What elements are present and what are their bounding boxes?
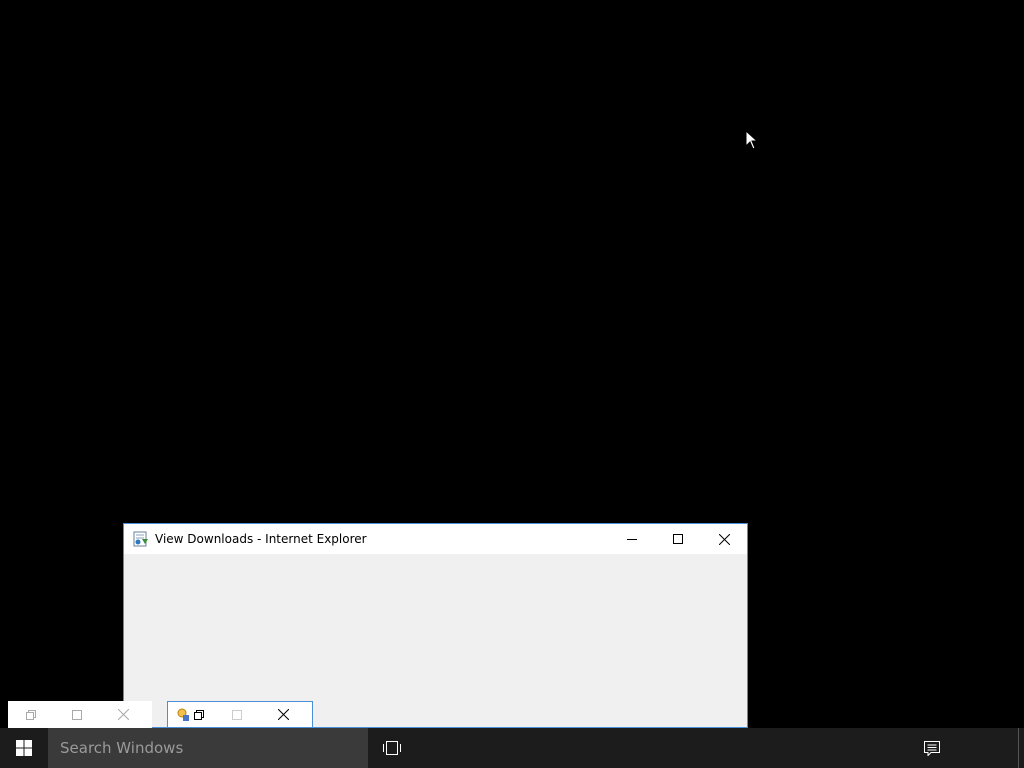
close-button[interactable] [100,701,146,728]
window-titlebar[interactable]: View Downloads - Internet Explorer [124,524,747,554]
maximize-button[interactable] [214,701,260,728]
close-button[interactable] [701,524,747,554]
restore-icon[interactable] [194,709,204,720]
app-icon [177,708,189,721]
window-title: View Downloads - Internet Explorer [155,532,367,546]
close-icon [718,533,730,545]
maximize-button[interactable] [655,524,701,554]
restore-icon [26,709,36,720]
search-box[interactable]: Search Windows [48,728,368,768]
start-button[interactable] [0,728,48,768]
minimize-button[interactable] [609,524,655,554]
taskbar: Search Windows [0,728,1024,768]
minimized-window-1[interactable] [8,701,152,728]
task-view-icon [383,741,401,755]
maximize-button[interactable] [54,701,100,728]
minimized-window-2[interactable] [167,701,313,728]
mouse-cursor-icon [745,130,759,150]
close-icon [117,709,129,720]
view-downloads-window[interactable]: View Downloads - Internet Explorer [123,523,748,728]
search-placeholder: Search Windows [60,739,184,757]
windows-logo-icon [16,740,32,756]
restore-button[interactable] [8,701,54,728]
minimize-icon [627,539,637,540]
ie-downloads-icon [133,531,148,547]
maximize-icon [232,709,242,720]
show-desktop-button[interactable] [1018,728,1024,768]
maximize-icon [72,709,82,720]
close-button[interactable] [260,701,306,728]
action-center-button[interactable] [912,728,952,768]
task-view-button[interactable] [372,728,412,768]
close-icon [277,709,289,720]
action-center-icon [924,740,940,756]
maximize-icon [673,534,683,544]
